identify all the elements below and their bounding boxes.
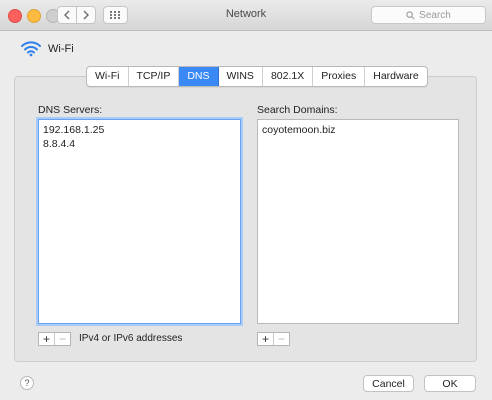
search-icon — [406, 10, 415, 19]
tab-8021x[interactable]: 802.1X — [263, 67, 314, 86]
title-bar: Network Search — [0, 0, 492, 31]
tab-proxies[interactable]: Proxies — [313, 67, 366, 86]
interface-name: Wi-Fi — [48, 42, 74, 55]
search-domains-list[interactable]: coyotemoon.biz — [257, 119, 459, 324]
interface-header: Wi-Fi — [20, 40, 74, 57]
dns-add-remove: + − — [38, 332, 71, 346]
list-item[interactable]: coyotemoon.biz — [262, 123, 454, 137]
remove-dns-button[interactable]: − — [55, 333, 70, 345]
ok-button[interactable]: OK — [424, 375, 476, 392]
cancel-button[interactable]: Cancel — [363, 375, 414, 392]
domain-add-remove: + − — [257, 332, 290, 346]
search-field[interactable]: Search — [371, 6, 486, 24]
add-domain-button[interactable]: + — [258, 333, 274, 345]
search-domains-label: Search Domains: — [257, 104, 338, 116]
tab-hardware[interactable]: Hardware — [365, 67, 427, 86]
tab-wins[interactable]: WINS — [219, 67, 263, 86]
search-placeholder: Search — [419, 9, 451, 21]
tab-bar: Wi-Fi TCP/IP DNS WINS 802.1X Proxies Har… — [86, 66, 428, 87]
wifi-icon — [21, 41, 41, 57]
remove-domain-button[interactable]: − — [274, 333, 289, 345]
tab-dns[interactable]: DNS — [179, 67, 219, 86]
add-dns-button[interactable]: + — [39, 333, 55, 345]
list-item[interactable]: 8.8.4.4 — [43, 137, 236, 151]
tab-tcpip[interactable]: TCP/IP — [129, 67, 180, 86]
list-item[interactable]: 192.168.1.25 — [43, 123, 236, 137]
help-button[interactable]: ? — [20, 376, 34, 390]
dns-servers-label: DNS Servers: — [38, 104, 103, 116]
dns-hint: IPv4 or IPv6 addresses — [79, 333, 183, 344]
settings-panel: DNS Servers: 192.168.1.25 8.8.4.4 + − IP… — [14, 76, 477, 362]
dns-servers-list[interactable]: 192.168.1.25 8.8.4.4 — [38, 119, 241, 324]
tab-wifi[interactable]: Wi-Fi — [87, 67, 129, 86]
